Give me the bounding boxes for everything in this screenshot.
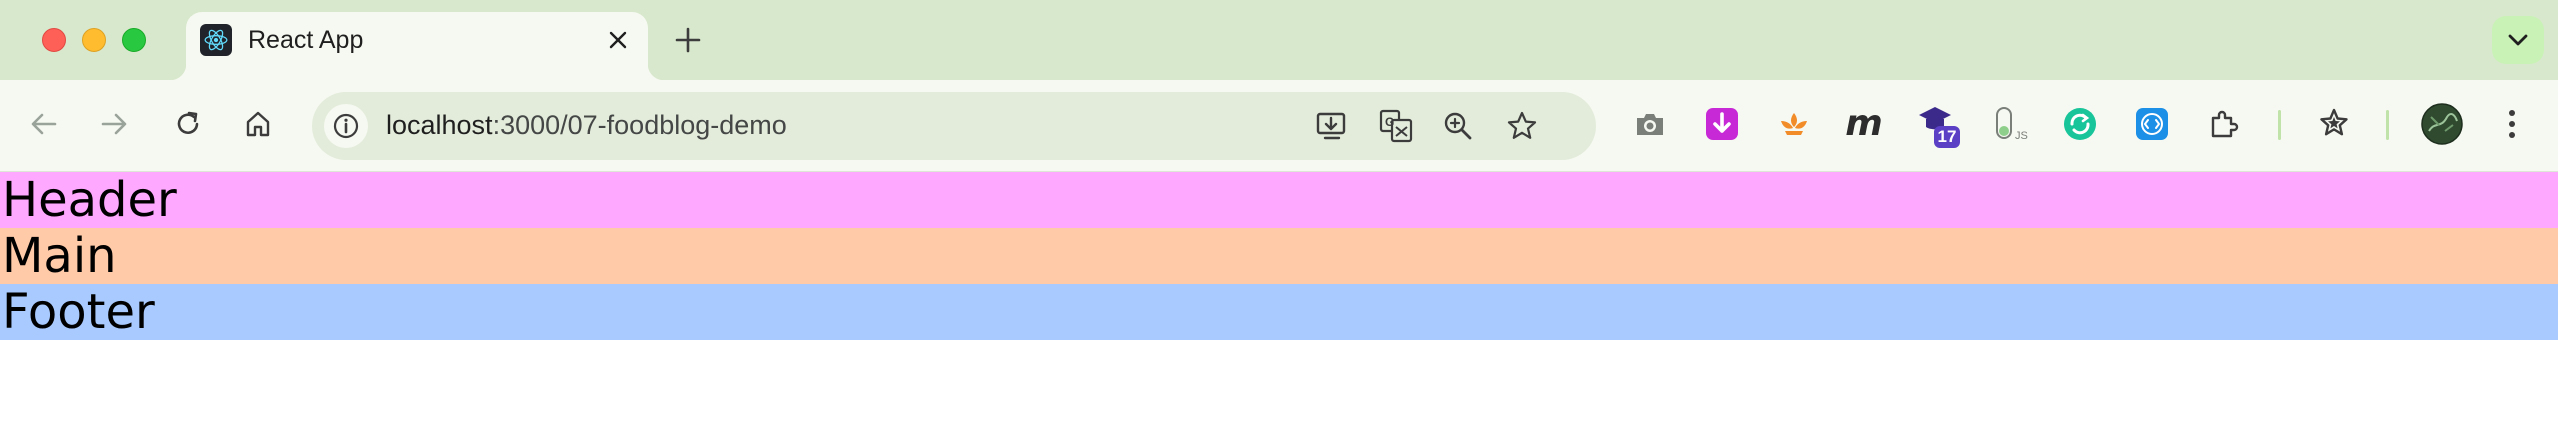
graduation-cap-extension-icon[interactable]: 17 [1916,102,1960,148]
new-tab-button[interactable] [670,22,706,58]
page-header: Header [0,172,2558,228]
more-vertical-icon [2509,110,2515,138]
tab-title: React App [248,26,364,54]
info-icon [333,113,359,139]
page-content: Header Main Footer [0,172,2558,340]
reload-button[interactable] [166,102,210,146]
zoom-icon[interactable] [1438,106,1478,146]
window-minimize-button[interactable] [82,28,106,52]
extension-badge: 17 [1934,126,1960,148]
toolbar-divider [2278,110,2281,140]
toolbar-divider [2386,110,2389,140]
svg-text:G: G [1385,115,1394,129]
back-button[interactable] [22,102,66,146]
reading-list-star-icon[interactable] [2312,102,2356,146]
address-bar[interactable]: localhost:3000/07-foodblog-demo G [312,92,1596,160]
url-path: :3000/07-foodblog-demo [492,110,787,140]
close-tab-icon[interactable] [604,26,632,54]
forward-button[interactable] [92,102,136,146]
sync-extension-icon[interactable] [2058,102,2102,146]
browser-toolbar: localhost:3000/07-foodblog-demo G m 17 J… [0,80,2558,172]
window-maximize-button[interactable] [122,28,146,52]
page-footer: Footer [0,284,2558,340]
browser-menu-button[interactable] [2490,102,2534,146]
reload-icon [177,111,199,134]
m-extension-icon[interactable]: m [1842,102,1886,146]
browser-tab-strip: React App [0,0,2558,80]
arrow-right-icon [101,113,127,135]
camera-extension-icon[interactable] [1628,102,1672,146]
window-close-button[interactable] [42,28,66,52]
arrow-left-icon [31,113,57,135]
home-button[interactable] [236,102,280,146]
url-host: localhost [386,110,493,140]
bookmark-star-icon[interactable] [1502,106,1542,146]
install-app-icon[interactable] [1312,106,1352,146]
browser-tab-active[interactable]: React App [170,12,664,80]
flower-extension-icon[interactable] [1772,102,1816,146]
translate-icon[interactable]: G [1376,106,1416,146]
chevron-down-icon [2508,34,2528,46]
site-info-button[interactable] [324,104,368,148]
home-icon [246,111,270,137]
puzzle-extensions-icon[interactable] [2202,102,2246,146]
react-logo-icon [200,24,232,56]
toggle-js-extension-icon[interactable]: JS [1986,102,2030,146]
download-extension-icon[interactable] [1700,102,1744,146]
address-bar-url[interactable]: localhost:3000/07-foodblog-demo [386,110,787,141]
js-label: JS [2015,130,2028,142]
page-main: Main [0,228,2558,284]
code-extension-icon[interactable] [2130,102,2174,146]
tab-search-button[interactable] [2492,16,2544,64]
profile-avatar[interactable] [2420,102,2464,146]
